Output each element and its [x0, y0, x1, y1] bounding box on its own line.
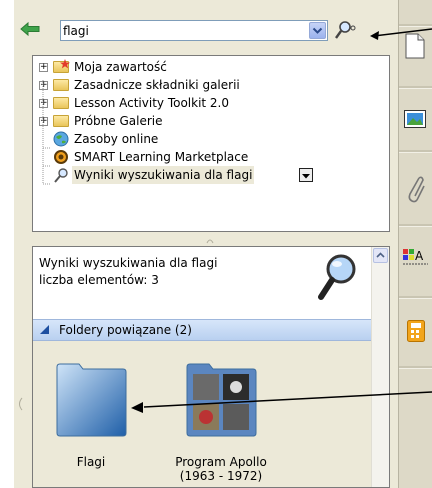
tree-item-gallery-essentials[interactable]: + Zasadnicze składniki galerii — [33, 76, 353, 94]
tree-item-label: Zasadnicze składniki galerii — [74, 78, 240, 92]
folder-label-line1: Program Apollo — [175, 455, 267, 469]
magnifier-icon — [317, 253, 357, 303]
search-input[interactable] — [63, 22, 303, 39]
folder-apollo-thumbnail[interactable] — [185, 363, 257, 437]
folder-flagi-thumbnail[interactable] — [55, 363, 127, 437]
gallery-tree: + Moja zawartość + Zasadnicze składniki … — [32, 55, 390, 232]
collapse-triangle-icon[interactable] — [39, 324, 51, 336]
tab-divider — [399, 86, 432, 89]
search-icon[interactable] — [332, 18, 356, 42]
tab-divider — [399, 24, 432, 27]
tree-item-online-resources[interactable]: Zasoby online — [33, 130, 353, 148]
attachments-tab-icon[interactable] — [404, 174, 426, 206]
folder-label: Flagi — [76, 455, 106, 469]
tree-item-lesson-toolkit[interactable]: + Lesson Activity Toolkit 2.0 — [33, 94, 353, 112]
folder-label-line2: (1963 - 1972) — [179, 469, 263, 483]
back-arrow-icon[interactable] — [20, 20, 40, 38]
page-sorter-tab-icon[interactable] — [404, 32, 426, 60]
tab-divider — [399, 150, 432, 153]
tree-item-label: Moja zawartość — [74, 60, 167, 74]
svg-text:A: A — [415, 249, 424, 263]
related-folders-label: Foldery powiązane (2) — [59, 323, 192, 337]
properties-tab-icon[interactable]: A — [402, 246, 430, 268]
tree-item-label: Próbne Galerie — [74, 114, 163, 128]
tree-item-label: Zasoby online — [74, 132, 159, 146]
tab-divider — [399, 296, 432, 299]
tab-divider — [399, 224, 432, 227]
left-splitter-grip[interactable] — [16, 396, 24, 412]
tree-item-sample-galleries[interactable]: + Próbne Galerie — [33, 112, 353, 130]
gallery-window: A + Moja zawartość + Zasadnicze składnik… — [0, 0, 432, 488]
left-margin — [0, 0, 14, 488]
addons-tab-icon[interactable] — [407, 320, 425, 342]
related-folders-header[interactable]: Foldery powiązane (2) — [33, 319, 371, 341]
tree-item-label-selected: Wyniki wyszukiwania dla flagi — [72, 166, 255, 184]
tree-item-label: SMART Learning Marketplace — [74, 150, 249, 164]
tree-item-label: Lesson Activity Toolkit 2.0 — [74, 96, 230, 110]
panel-splitter[interactable] — [32, 234, 390, 244]
tree-item-smart-marketplace[interactable]: SMART Learning Marketplace — [33, 148, 353, 166]
tree-item-my-content[interactable]: + Moja zawartość — [33, 58, 353, 76]
results-grid: Flagi Program Apollo (1963 - 1972) — [33, 341, 371, 487]
search-results-panel: Wyniki wyszukiwania dla flagi liczba ele… — [32, 246, 390, 488]
item-menu-dropdown-button[interactable] — [299, 168, 313, 182]
search-combobox[interactable] — [60, 20, 328, 41]
tree-item-search-results[interactable]: Wyniki wyszukiwania dla flagi — [33, 166, 353, 184]
gallery-tab-icon[interactable] — [404, 110, 426, 128]
results-count: liczba elementów: 3 — [39, 273, 159, 287]
folder-label: Program Apollo (1963 - 1972) — [161, 455, 281, 483]
scroll-up-button[interactable] — [373, 248, 388, 263]
results-header: Wyniki wyszukiwania dla flagi liczba ele… — [39, 255, 217, 289]
vertical-scrollbar[interactable] — [371, 247, 389, 487]
search-history-dropdown-button[interactable] — [309, 22, 326, 39]
results-title: Wyniki wyszukiwania dla flagi — [39, 256, 218, 270]
tab-divider — [399, 366, 432, 369]
tree-connector-lines — [42, 80, 51, 185]
side-tab-bar: A — [398, 0, 432, 488]
